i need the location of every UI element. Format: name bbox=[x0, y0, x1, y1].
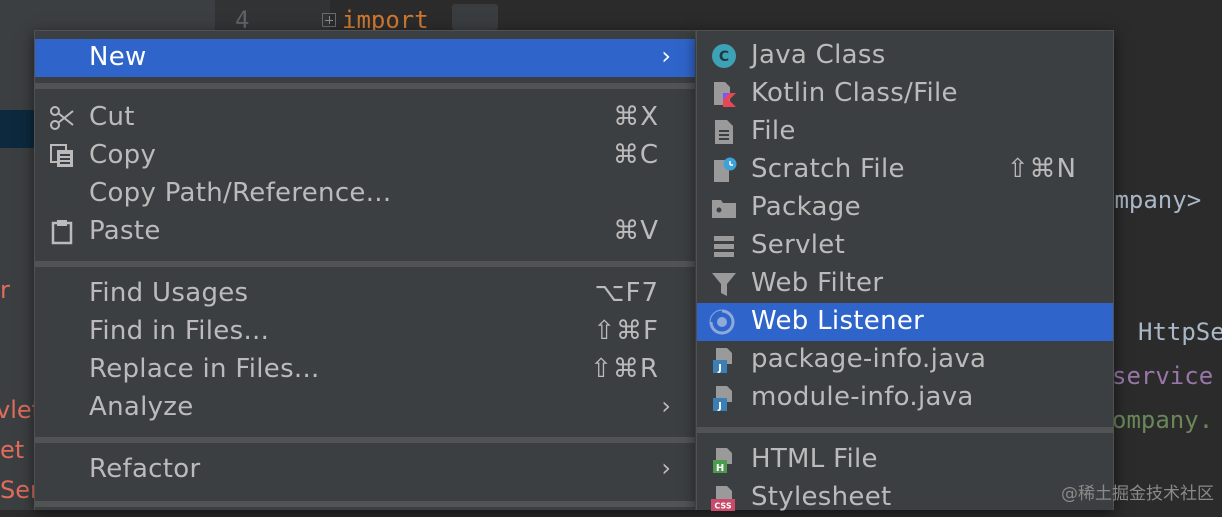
shortcut-label: ⇧⌘F bbox=[593, 316, 659, 346]
fold-icon[interactable] bbox=[322, 13, 336, 27]
menu-item-replace-in-files[interactable]: Replace in Files... ⇧⌘R bbox=[35, 351, 695, 389]
svg-text:H: H bbox=[716, 463, 724, 473]
menu-item-label: Copy bbox=[89, 140, 157, 170]
menu-item-label: package-info.java bbox=[751, 344, 987, 374]
shortcut-label: ⌘V bbox=[613, 216, 659, 246]
code-fragment-company-dot: ompany. bbox=[1112, 406, 1214, 434]
code-fragment-http: HttpSe bbox=[1138, 318, 1222, 346]
shortcut-label: ⇧⌘N bbox=[1006, 154, 1077, 184]
menu-item-label: Cut bbox=[89, 102, 135, 132]
submenu-item-package[interactable]: Package bbox=[697, 189, 1113, 227]
menu-separator bbox=[35, 501, 695, 507]
shortcut-label: ⌥F7 bbox=[594, 278, 659, 308]
submenu-item-file[interactable]: File bbox=[697, 113, 1113, 151]
submenu-item-package-info[interactable]: J package-info.java bbox=[697, 341, 1113, 379]
scissors-icon bbox=[50, 106, 74, 130]
menu-item-label: File bbox=[751, 116, 796, 146]
menu-separator bbox=[35, 261, 695, 267]
menu-item-label: Kotlin Class/File bbox=[751, 78, 958, 108]
submenu-item-servlet[interactable]: Servlet bbox=[697, 227, 1113, 265]
submenu-item-html-file[interactable]: H HTML File bbox=[697, 441, 1113, 479]
servlet-icon bbox=[714, 236, 734, 257]
shortcut-label: ⇧⌘R bbox=[590, 354, 659, 384]
code-fragment-service: service bbox=[1112, 362, 1214, 390]
menu-item-label: Paste bbox=[89, 216, 161, 246]
menu-item-label: Find Usages bbox=[89, 278, 249, 308]
context-menu: New › Cut ⌘X Copy ⌘C Copy Path/Reference… bbox=[34, 30, 696, 510]
menu-item-find-in-files[interactable]: Find in Files... ⇧⌘F bbox=[35, 313, 695, 351]
menu-item-copy[interactable]: Copy ⌘C bbox=[35, 137, 695, 175]
html-file-icon: H bbox=[713, 448, 732, 473]
menu-item-label: Java Class bbox=[751, 40, 886, 70]
menu-item-label: Web Listener bbox=[751, 306, 925, 336]
web-listener-icon bbox=[709, 309, 735, 335]
submenu-item-web-filter[interactable]: Web Filter bbox=[697, 265, 1113, 303]
menu-item-analyze[interactable]: Analyze › bbox=[35, 389, 695, 427]
submenu-item-stylesheet[interactable]: CSS Stylesheet bbox=[697, 479, 1113, 517]
menu-item-cut[interactable]: Cut ⌘X bbox=[35, 99, 695, 137]
menu-item-paste[interactable]: Paste ⌘V bbox=[35, 213, 695, 251]
tree-fragment: et bbox=[0, 436, 25, 464]
menu-item-label: Web Filter bbox=[751, 268, 884, 298]
submenu-item-scratch-file[interactable]: Scratch File ⇧⌘N bbox=[697, 151, 1113, 189]
menu-separator bbox=[35, 83, 695, 89]
submenu-item-web-listener[interactable]: Web Listener bbox=[697, 303, 1113, 341]
menu-item-label: Analyze bbox=[89, 392, 194, 422]
file-icon bbox=[715, 120, 733, 144]
chevron-right-icon: › bbox=[661, 392, 671, 420]
menu-separator bbox=[35, 437, 695, 443]
menu-item-label: HTML File bbox=[751, 444, 878, 474]
copy-icon bbox=[50, 144, 73, 167]
scratch-file-icon bbox=[714, 157, 737, 182]
code-fragment-company-tag: ompany> bbox=[1100, 186, 1202, 214]
tree-fragment: r bbox=[0, 276, 10, 304]
shortcut-label: ⌘C bbox=[612, 140, 659, 170]
chevron-right-icon: › bbox=[661, 42, 671, 70]
editor-gutter bbox=[215, 0, 330, 30]
menu-item-label: Replace in Files... bbox=[89, 354, 320, 384]
java-file-icon: J bbox=[713, 386, 732, 411]
svg-text:CSS: CSS bbox=[714, 502, 731, 511]
menu-item-label: Scratch File bbox=[751, 154, 905, 184]
project-selection bbox=[0, 110, 34, 148]
menu-item-refactor[interactable]: Refactor › bbox=[35, 451, 695, 489]
submenu-item-module-info[interactable]: J module-info.java bbox=[697, 379, 1113, 417]
svg-text:C: C bbox=[719, 49, 729, 65]
menu-item-label: Servlet bbox=[751, 230, 846, 260]
menu-item-label: Refactor bbox=[89, 454, 201, 484]
menu-item-find-usages[interactable]: Find Usages ⌥F7 bbox=[35, 275, 695, 313]
java-file-icon: J bbox=[713, 348, 732, 373]
clipboard-icon bbox=[51, 220, 73, 245]
shortcut-label: ⌘X bbox=[613, 102, 659, 132]
menu-separator bbox=[697, 427, 1113, 433]
collapsed-imports[interactable] bbox=[452, 4, 498, 30]
svg-text:J: J bbox=[717, 363, 722, 373]
package-folder-icon bbox=[712, 200, 736, 218]
menu-item-new[interactable]: New › bbox=[35, 39, 695, 77]
submenu-item-java-class[interactable]: C Java Class bbox=[697, 37, 1113, 75]
svg-text:J: J bbox=[717, 401, 722, 411]
java-class-icon: C bbox=[712, 44, 736, 68]
new-submenu: C Java Class Kotlin Class/File File Scra… bbox=[696, 30, 1114, 512]
watermark: @稀土掘金技术社区 bbox=[1061, 484, 1214, 504]
menu-item-label: New bbox=[89, 42, 147, 72]
menu-item-label: Stylesheet bbox=[751, 482, 892, 512]
css-file-icon: CSS bbox=[711, 486, 735, 511]
menu-item-copy-path[interactable]: Copy Path/Reference... bbox=[35, 175, 695, 213]
submenu-item-kotlin-class[interactable]: Kotlin Class/File bbox=[697, 75, 1113, 113]
filter-icon bbox=[712, 273, 736, 296]
chevron-right-icon: › bbox=[661, 454, 671, 482]
menu-item-label: Copy Path/Reference... bbox=[89, 178, 392, 208]
menu-item-label: Find in Files... bbox=[89, 316, 270, 346]
kotlin-file-icon bbox=[714, 82, 736, 107]
menu-item-label: Package bbox=[751, 192, 861, 222]
menu-item-label: module-info.java bbox=[751, 382, 974, 412]
